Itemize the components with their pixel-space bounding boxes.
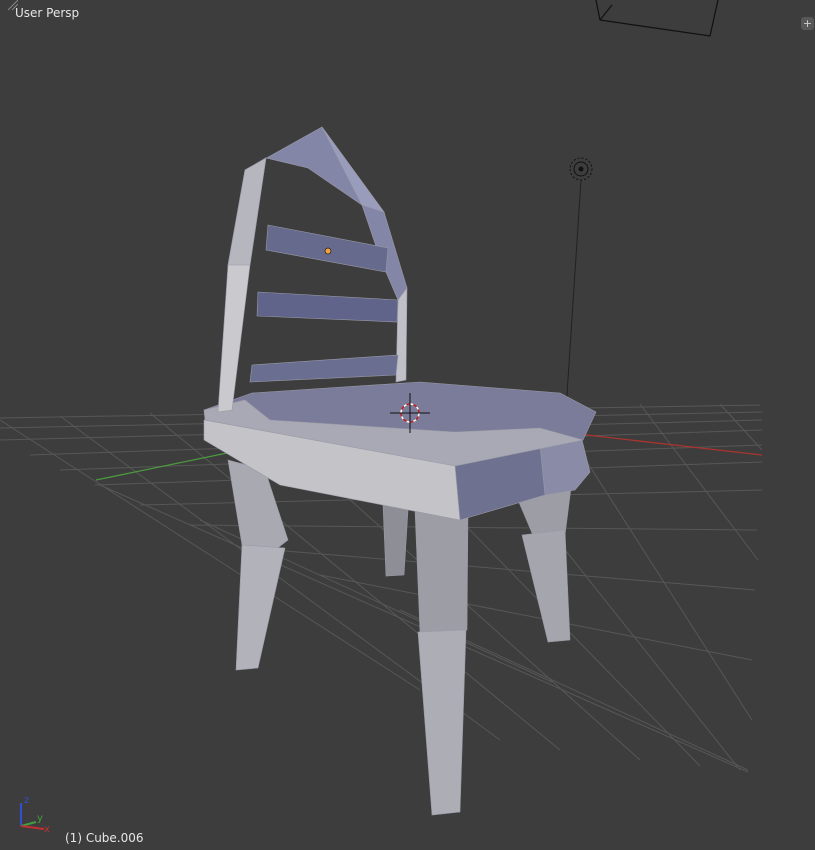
x-axis-label: x (44, 824, 50, 835)
object-origin (324, 247, 332, 255)
properties-toggle-button[interactable]: + (801, 17, 814, 30)
3d-viewport[interactable]: z y x User Persp (1) Cube.006 + (0, 0, 815, 850)
lamp-object[interactable] (565, 157, 593, 411)
chair-mesh[interactable] (203, 126, 597, 816)
area-split-corner-icon[interactable] (0, 0, 18, 14)
z-axis-label: z (24, 795, 29, 806)
active-object-label: (1) Cube.006 (65, 831, 144, 845)
y-axis-label: y (37, 813, 43, 824)
view-name-label: User Persp (15, 6, 80, 20)
camera-object[interactable] (595, 0, 719, 37)
scene-canvas[interactable]: z y x (0, 0, 815, 850)
